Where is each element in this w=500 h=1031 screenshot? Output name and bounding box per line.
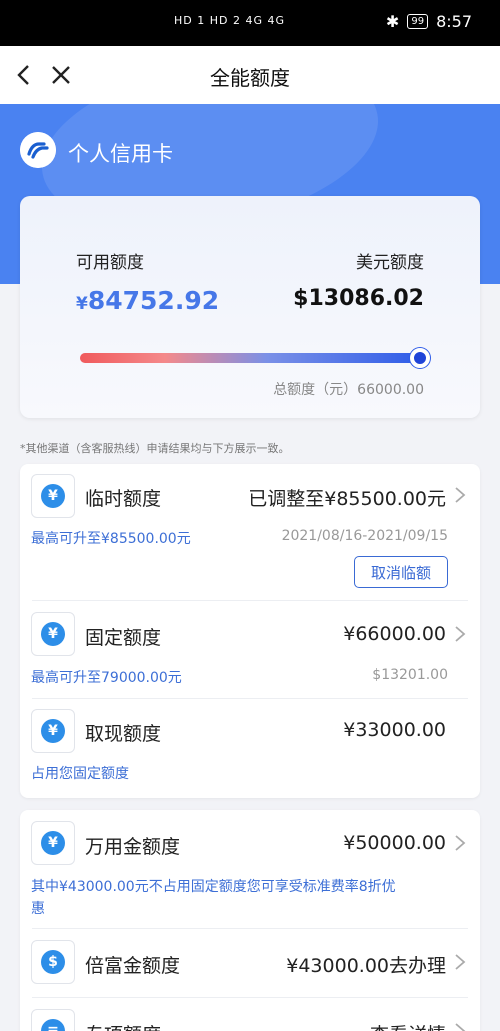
card-type-title: 个人信用卡 — [68, 142, 173, 166]
document-icon: ≡ — [31, 1009, 75, 1031]
universal-fund-value: ¥50000.00 — [343, 832, 446, 854]
total-limit: 总额度（元）66000.00 — [273, 382, 424, 398]
yen-cycle-icon: ¥ — [31, 612, 75, 656]
cash-limit-note: 占用您固定额度 — [31, 766, 129, 782]
bluetooth-icon: ✱ — [385, 12, 400, 31]
chevron-right-icon — [455, 835, 466, 851]
available-limit-label: 可用额度 — [76, 253, 144, 273]
cash-limit-row: ¥ 取现额度 ¥33000.00 占用您固定额度 — [20, 699, 480, 797]
special-limit-title: 专项额度 — [85, 1020, 161, 1031]
page-title: 全能额度 — [210, 66, 290, 90]
bank-logo-icon — [20, 132, 56, 168]
cash-icon: ¥ — [31, 709, 75, 753]
special-limit-value: 查看详情 — [370, 1020, 446, 1031]
fixed-limit-max: 最高可升至79000.00元 — [31, 670, 182, 686]
fixed-limit-row[interactable]: ¥ 固定额度 ¥66000.00 最高可升至79000.00元 $13201.0… — [20, 601, 480, 699]
cash-limit-value: ¥33000.00 — [343, 719, 446, 741]
chevron-right-icon — [455, 1023, 466, 1031]
available-limit-amount: ¥84752.92 — [76, 286, 220, 315]
limits-card: ¥ 临时额度 已调整至¥85500.00元 最高可升至¥85500.00元 20… — [20, 464, 480, 798]
limit-progress-bar — [80, 348, 430, 368]
fixed-limit-usd: $13201.00 — [372, 667, 448, 683]
limit-progress-fill — [80, 353, 420, 363]
notice-text: *其他渠道（含客服热线）申请结果均与下方展示一致。 — [20, 442, 290, 455]
cash-limit-title: 取现额度 — [85, 723, 162, 745]
status-bar: HD 1 HD 2 4G 4G ✱ 99 8:57 — [0, 0, 500, 46]
fixed-limit-title: 固定额度 — [85, 627, 162, 649]
beifu-fund-value: ¥43000.00去办理 — [286, 955, 446, 977]
nav-bar: 全能额度 — [0, 46, 500, 104]
chevron-right-icon — [455, 487, 466, 503]
temp-limit-title: 临时额度 — [85, 488, 162, 510]
battery-icon: 99 — [407, 14, 429, 29]
credit-summary-card: 可用额度 美元额度 ¥84752.92 $13086.02 总额度（元）6600… — [20, 196, 480, 418]
special-limit-row[interactable]: ≡ 专项额度 查看详情 — [20, 998, 480, 1031]
universal-fund-note-2: 惠 — [31, 901, 45, 917]
beifu-fund-title: 倍富金额度 — [85, 955, 181, 977]
temp-limit-period: 2021/08/16-2021/09/15 — [281, 528, 448, 544]
dollar-coin-icon: $ — [31, 940, 75, 984]
chevron-right-icon — [455, 954, 466, 970]
other-limits-card: ¥ 万用金额度 ¥50000.00 其中¥43000.00元不占用固定额度您可享… — [20, 810, 480, 1031]
temp-limit-value: 已调整至¥85500.00元 — [248, 488, 446, 510]
temp-limit-max: 最高可升至¥85500.00元 — [31, 531, 191, 547]
cancel-temp-limit-button[interactable]: 取消临额 — [354, 556, 448, 588]
limit-progress-knob — [410, 348, 430, 368]
status-right: ✱ 99 8:57 — [386, 12, 472, 31]
clock: 8:57 — [436, 12, 472, 31]
chat-yen-icon: ¥ — [31, 474, 75, 518]
money-bag-icon: ¥ — [31, 821, 75, 865]
network-indicators: HD 1 HD 2 4G 4G — [174, 14, 286, 27]
fixed-limit-value: ¥66000.00 — [343, 623, 446, 645]
temp-limit-row[interactable]: ¥ 临时额度 已调整至¥85500.00元 最高可升至¥85500.00元 20… — [20, 464, 480, 600]
beifu-fund-row[interactable]: $ 倍富金额度 ¥43000.00去办理 — [20, 929, 480, 997]
universal-fund-title: 万用金额度 — [85, 836, 181, 858]
universal-fund-note-1: 其中¥43000.00元不占用固定额度您可享受标准费率8折优 — [31, 879, 396, 895]
chevron-right-icon — [455, 626, 466, 642]
usd-limit-label: 美元额度 — [356, 253, 424, 273]
universal-fund-row[interactable]: ¥ 万用金额度 ¥50000.00 其中¥43000.00元不占用固定额度您可享… — [20, 810, 480, 928]
usd-limit-amount: $13086.02 — [293, 286, 424, 311]
